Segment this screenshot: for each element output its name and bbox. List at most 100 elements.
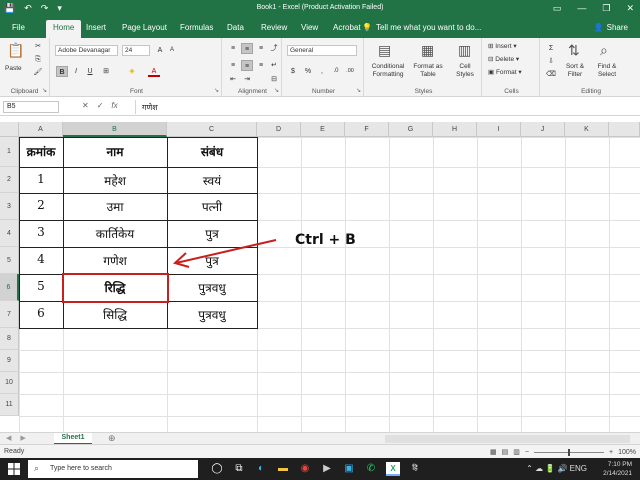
align-center-icon[interactable]: ≡	[241, 60, 253, 71]
table-cell[interactable]: पुत्रवधु	[167, 306, 257, 323]
tab-insert[interactable]: Insert	[86, 23, 106, 32]
minimize-icon[interactable]: —	[577, 3, 586, 14]
number-format-select[interactable]: General	[287, 45, 357, 56]
row-header[interactable]: 1	[0, 137, 19, 167]
whatsapp-icon[interactable]: ✆	[364, 462, 378, 476]
table-cell[interactable]: सिद्धि	[63, 306, 167, 323]
restore-icon[interactable]: ❐	[602, 3, 610, 14]
clock-time[interactable]: 7:10 PM	[603, 460, 632, 469]
column-header[interactable]: H	[433, 122, 477, 137]
edge-icon[interactable]: ◐	[254, 462, 268, 476]
media-icon[interactable]: ▶	[320, 462, 334, 476]
sheet-prev-icon[interactable]: ◀	[6, 434, 11, 442]
tab-home[interactable]: Home	[46, 20, 82, 38]
page-break-view-icon[interactable]: ▥	[513, 448, 520, 456]
sheet-next-icon[interactable]: ▶	[20, 434, 25, 442]
row-header[interactable]: 11	[0, 394, 19, 416]
borders-icon[interactable]: ⊞	[100, 66, 112, 77]
row-header[interactable]: 5	[0, 247, 19, 274]
zoom-level[interactable]: 100%	[618, 449, 636, 456]
decrease-decimal-icon[interactable]: .00	[344, 66, 356, 77]
format-painter-icon[interactable]: 🖌	[32, 67, 44, 78]
row-header[interactable]: 6	[0, 274, 19, 301]
orientation-icon[interactable]: ⤴	[268, 43, 280, 54]
horizontal-scrollbar[interactable]	[385, 435, 630, 443]
row-header[interactable]: 10	[0, 372, 19, 394]
file-explorer-icon[interactable]: ▬	[276, 462, 290, 476]
insert-function-icon[interactable]: fx	[111, 101, 117, 110]
column-header[interactable]: G	[389, 122, 433, 137]
table-cell[interactable]: गणेश	[63, 252, 167, 269]
cut-icon[interactable]: ✂	[32, 41, 44, 52]
chrome-icon[interactable]: ◉	[298, 462, 312, 476]
row-header[interactable]: 9	[0, 350, 19, 372]
clipboard-launcher-icon[interactable]: ↘	[42, 87, 47, 94]
percent-icon[interactable]: %	[302, 66, 314, 77]
select-all-corner[interactable]	[0, 122, 19, 137]
column-header[interactable]: E	[301, 122, 345, 137]
alignment-launcher-icon[interactable]: ↘	[274, 87, 279, 94]
tab-acrobat[interactable]: Acrobat	[333, 23, 361, 32]
column-header[interactable]: F	[345, 122, 389, 137]
page-layout-view-icon[interactable]: ▤	[502, 448, 509, 456]
format-cells-button[interactable]: ▣ Format ▾	[488, 69, 536, 77]
tab-page-layout[interactable]: Page Layout	[122, 23, 167, 32]
table-cell[interactable]: 1	[19, 172, 63, 186]
ribbon-display-options-icon[interactable]: ▭	[553, 3, 562, 14]
number-launcher-icon[interactable]: ↘	[356, 87, 361, 94]
zoom-out-icon[interactable]: −	[525, 449, 529, 456]
table-header-cell[interactable]: क्रमांक	[19, 143, 63, 160]
table-cell[interactable]: 5	[19, 279, 63, 293]
clock-date[interactable]: 2/14/2021	[603, 469, 632, 478]
align-right-icon[interactable]: ≡	[255, 60, 267, 71]
paste-icon[interactable]: 📋	[7, 42, 24, 59]
merge-center-icon[interactable]: ⊟	[268, 74, 280, 85]
grow-font-button[interactable]: A	[154, 45, 166, 56]
clear-icon[interactable]: ⌫	[545, 69, 557, 80]
excel-icon[interactable]: X	[386, 462, 400, 476]
tell-me-search[interactable]: 💡 Tell me what you want to do...	[362, 23, 481, 32]
increase-indent-icon[interactable]: ⇥	[241, 74, 253, 85]
column-header[interactable]: A	[19, 122, 63, 137]
table-cell[interactable]: पुत्रवधु	[167, 279, 257, 296]
table-cell[interactable]: महेश	[63, 172, 167, 189]
wrap-text-icon[interactable]: ↵	[268, 60, 280, 71]
align-middle-icon[interactable]: ≡	[241, 43, 253, 54]
column-header[interactable]: J	[521, 122, 565, 137]
tab-view[interactable]: View	[301, 23, 318, 32]
add-sheet-icon[interactable]: ⊕	[108, 433, 116, 444]
font-size-select[interactable]: 24	[122, 45, 150, 56]
column-header[interactable]: D	[257, 122, 301, 137]
decrease-indent-icon[interactable]: ⇤	[227, 74, 239, 85]
table-cell[interactable]: स्वयं	[167, 172, 257, 189]
column-header[interactable]: C	[167, 122, 257, 137]
tab-data[interactable]: Data	[227, 23, 244, 32]
table-cell[interactable]: 4	[19, 252, 63, 266]
paste-button[interactable]: Paste	[5, 65, 22, 73]
close-icon[interactable]: ✕	[626, 3, 634, 14]
comma-icon[interactable]: ,	[316, 66, 328, 77]
autosum-icon[interactable]: Σ	[545, 43, 557, 54]
normal-view-icon[interactable]: ▦	[490, 448, 497, 456]
tab-review[interactable]: Review	[261, 23, 287, 32]
shrink-font-button[interactable]: A	[166, 45, 178, 56]
align-left-icon[interactable]: ≡	[227, 60, 239, 71]
underline-button[interactable]: U	[84, 66, 96, 77]
name-box[interactable]: B5	[3, 101, 59, 113]
row-header[interactable]: 7	[0, 301, 19, 328]
zoom-slider[interactable]	[534, 448, 604, 456]
fill-icon[interactable]: ⇩	[545, 56, 557, 67]
row-header[interactable]: 8	[0, 328, 19, 350]
row-header[interactable]: 4	[0, 220, 19, 247]
table-cell[interactable]: 6	[19, 306, 63, 320]
enter-icon[interactable]: ✓	[97, 101, 104, 110]
copy-icon[interactable]: ⎘	[32, 54, 44, 65]
cancel-icon[interactable]: ✕	[82, 101, 89, 110]
taskbar-search[interactable]: ⌕ Type here to search	[28, 460, 198, 478]
table-cell[interactable]: पत्नी	[167, 198, 257, 215]
hindi-ime-icon[interactable]: हि	[408, 462, 422, 476]
row-header[interactable]: 2	[0, 167, 19, 193]
increase-decimal-icon[interactable]: .0	[330, 66, 342, 77]
tab-formulas[interactable]: Formulas	[180, 23, 213, 32]
font-color-button[interactable]: A	[148, 66, 160, 77]
